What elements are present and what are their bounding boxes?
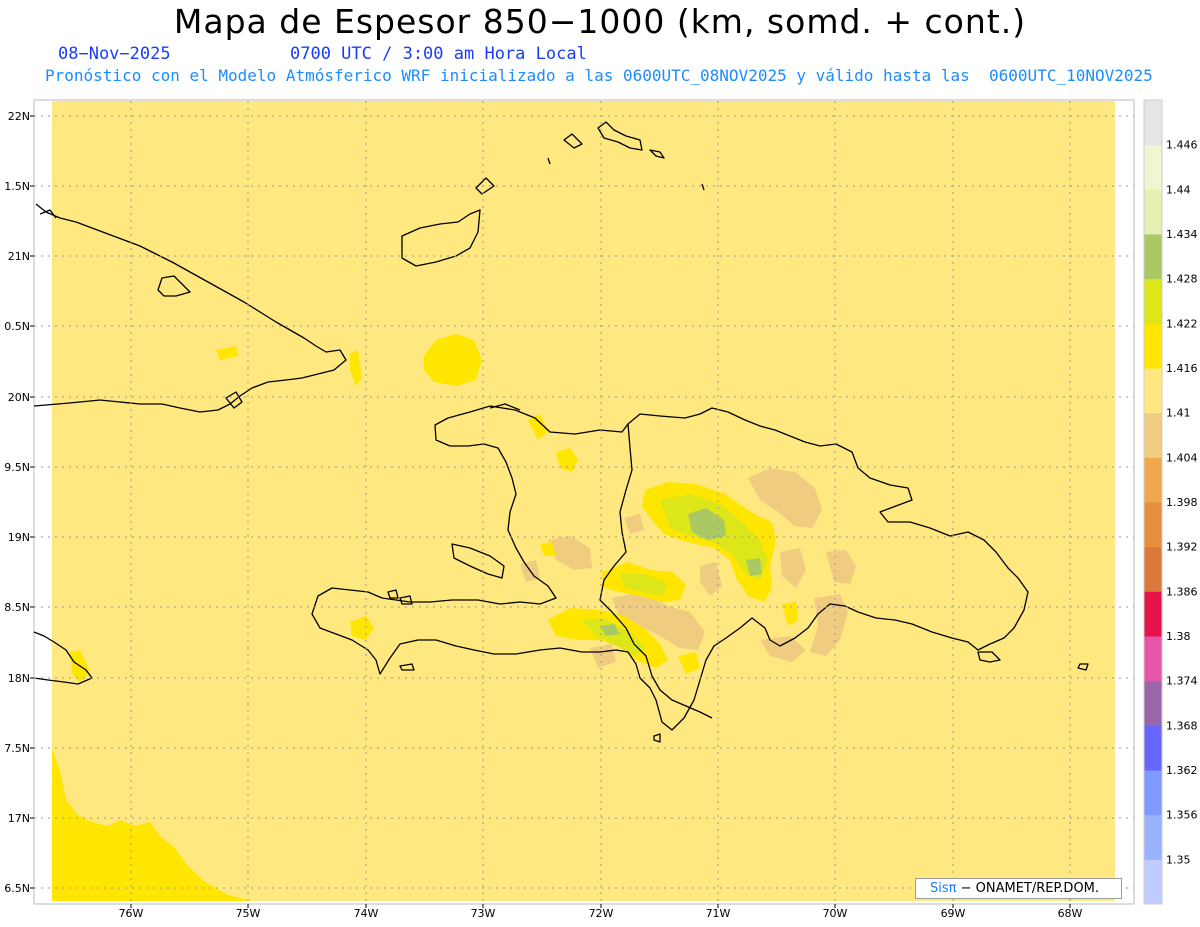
- lat-label: 18N: [8, 672, 30, 685]
- lon-ticks: [130, 904, 1071, 908]
- lon-label: 69W: [941, 907, 966, 920]
- credit-brand: Sisπ: [930, 881, 957, 896]
- lat-label: 7.5N: [4, 742, 30, 755]
- colorbar-label: 1.44: [1166, 183, 1191, 196]
- colorbar-swatch: [1144, 725, 1162, 771]
- credit-box: Sisπ − ONAMET/REP.DOM.: [915, 878, 1122, 899]
- colorbar-label: 1.398: [1166, 496, 1198, 509]
- lat-label: 22N: [8, 110, 30, 123]
- lon-label: 72W: [589, 907, 614, 920]
- colorbar-label: 1.416: [1166, 362, 1198, 375]
- colorbar-label: 1.428: [1166, 273, 1198, 286]
- lon-label: 76W: [119, 907, 144, 920]
- lat-label: 8.5N: [4, 601, 30, 614]
- colorbar-swatch: [1144, 636, 1162, 682]
- colorbar-swatch: [1144, 368, 1162, 414]
- lat-label: 0.5N: [4, 320, 30, 333]
- lat-ticks: [30, 115, 34, 889]
- colorbar-label: 1.38: [1166, 630, 1191, 643]
- colorbar-swatch: [1144, 457, 1162, 503]
- colorbar-label: 1.434: [1166, 228, 1198, 241]
- colorbar-label: 1.386: [1166, 585, 1198, 598]
- colorbar-swatch: [1144, 770, 1162, 816]
- colorbar-swatch: [1144, 234, 1162, 280]
- colorbar-label: 1.35: [1166, 853, 1191, 866]
- lat-label: 19N: [8, 531, 30, 544]
- lon-label: 75W: [236, 907, 261, 920]
- colorbar-swatch: [1144, 546, 1162, 592]
- colorbar-swatch: [1144, 591, 1162, 637]
- colorbar-label: 1.446: [1166, 139, 1198, 152]
- lat-label: 20N: [8, 391, 30, 404]
- lat-labels: 22N 1.5N 21N 0.5N 20N 9.5N 19N 8.5N 18N …: [4, 110, 30, 895]
- colorbar-swatch: [1144, 680, 1162, 726]
- colorbar-swatch: [1144, 502, 1162, 548]
- colorbar-swatch: [1144, 814, 1162, 860]
- colorbar-swatch: [1144, 323, 1162, 369]
- lon-label: 74W: [354, 907, 379, 920]
- colorbar-swatch: [1144, 278, 1162, 324]
- thickness-map: 22N 1.5N 21N 0.5N 20N 9.5N 19N 8.5N 18N …: [4, 99, 1198, 920]
- colorbar-label: 1.356: [1166, 809, 1198, 822]
- colorbar-swatch: [1144, 100, 1162, 146]
- colorbar-label: 1.41: [1166, 407, 1191, 420]
- credit-text: − ONAMET/REP.DOM.: [960, 881, 1100, 896]
- colorbar-swatch: [1144, 189, 1162, 235]
- colorbar-swatch: [1144, 412, 1162, 458]
- lat-label: 9.5N: [4, 461, 30, 474]
- colorbar-label: 1.368: [1166, 719, 1198, 732]
- lat-label: 21N: [8, 250, 30, 263]
- lon-label: 71W: [706, 907, 731, 920]
- colorbar-label: 1.374: [1166, 675, 1198, 688]
- colorbar-swatch: [1144, 144, 1162, 190]
- lon-label: 70W: [823, 907, 848, 920]
- lat-label: 6.5N: [4, 882, 30, 895]
- colorbar-label: 1.422: [1166, 317, 1198, 330]
- colorbar-label: 1.404: [1166, 451, 1198, 464]
- lat-label: 17N: [8, 812, 30, 825]
- colorbar-swatch: [1144, 859, 1162, 905]
- lat-label: 1.5N: [4, 180, 30, 193]
- colorbar-label: 1.362: [1166, 764, 1198, 777]
- field-background: [52, 101, 1115, 901]
- lon-labels: 76W 75W 74W 73W 72W 71W 70W 69W 68W: [119, 907, 1083, 920]
- colorbar: 1.446 1.44 1.434 1.428 1.422 1.416 1.41 1.404 1.…: [1143, 99, 1198, 905]
- lon-label: 68W: [1058, 907, 1083, 920]
- lon-label: 73W: [471, 907, 496, 920]
- colorbar-label: 1.392: [1166, 541, 1198, 554]
